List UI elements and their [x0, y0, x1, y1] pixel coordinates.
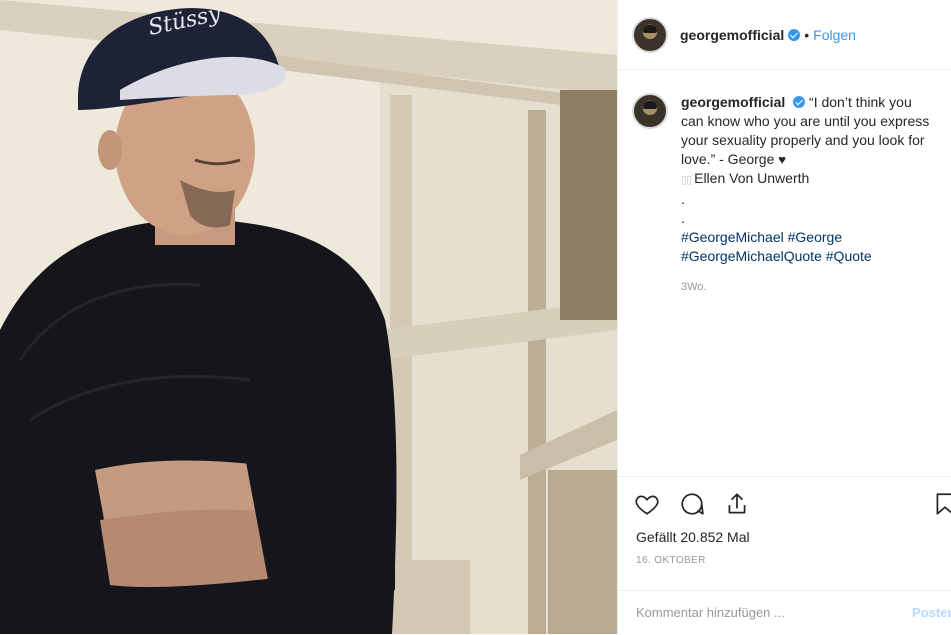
instagram-post: Stüssy georgemofficial • Folgen georgemo…	[0, 0, 951, 634]
comment-input[interactable]: Kommentar hinzufügen ...	[636, 605, 785, 620]
add-comment-bar: Kommentar hinzufügen ... Posten	[618, 590, 951, 635]
caption-username[interactable]: georgemofficial	[681, 94, 785, 110]
camera-icon: ▯▯	[681, 174, 692, 186]
post-date[interactable]: 16. OKTOBER	[636, 555, 706, 566]
share-icon[interactable]	[724, 491, 750, 517]
photo-illustration: Stüssy	[0, 0, 617, 634]
caption-body: georgemofficial “I don’t think you can k…	[681, 93, 933, 297]
caption-dot: .	[681, 210, 685, 226]
hashtag-link[interactable]: #GeorgeMichaelQuote	[681, 248, 822, 264]
caption-credit: Ellen Von Unwerth	[694, 170, 810, 186]
post-header: georgemofficial • Folgen	[618, 0, 951, 70]
action-icons	[634, 491, 750, 517]
caption-comment: georgemofficial “I don’t think you can k…	[632, 93, 938, 297]
follow-button[interactable]: Folgen	[813, 27, 856, 43]
likes-count[interactable]: Gefällt 20.852 Mal	[636, 529, 750, 545]
post-actions: Gefällt 20.852 Mal 16. OKTOBER Kommentar…	[618, 476, 951, 635]
hashtags: #GeorgeMichael #George #GeorgeMichaelQuo…	[681, 229, 872, 264]
caption-dot: .	[681, 191, 685, 207]
comments-section: georgemofficial “I don’t think you can k…	[618, 71, 951, 476]
comment-icon[interactable]	[679, 491, 705, 517]
verified-icon	[793, 96, 806, 108]
avatar[interactable]	[632, 16, 668, 53]
post-photo[interactable]: Stüssy	[0, 0, 617, 634]
hashtag-link[interactable]: #GeorgeMichael	[681, 229, 784, 245]
bookmark-icon[interactable]	[932, 491, 951, 517]
post-sidebar: georgemofficial • Folgen georgemofficial…	[617, 0, 951, 634]
avatar[interactable]	[632, 93, 668, 129]
hashtag-link[interactable]: #George	[788, 229, 842, 245]
heart-emoji: ♥	[778, 152, 786, 167]
verified-icon	[788, 28, 801, 41]
post-comment-button[interactable]: Posten	[912, 605, 951, 620]
header-username[interactable]: georgemofficial	[680, 27, 784, 43]
header-separator: •	[804, 26, 810, 43]
caption-time[interactable]: 3Wo.	[681, 278, 933, 297]
hashtag-link[interactable]: #Quote	[826, 248, 872, 264]
heart-icon[interactable]	[634, 491, 660, 517]
